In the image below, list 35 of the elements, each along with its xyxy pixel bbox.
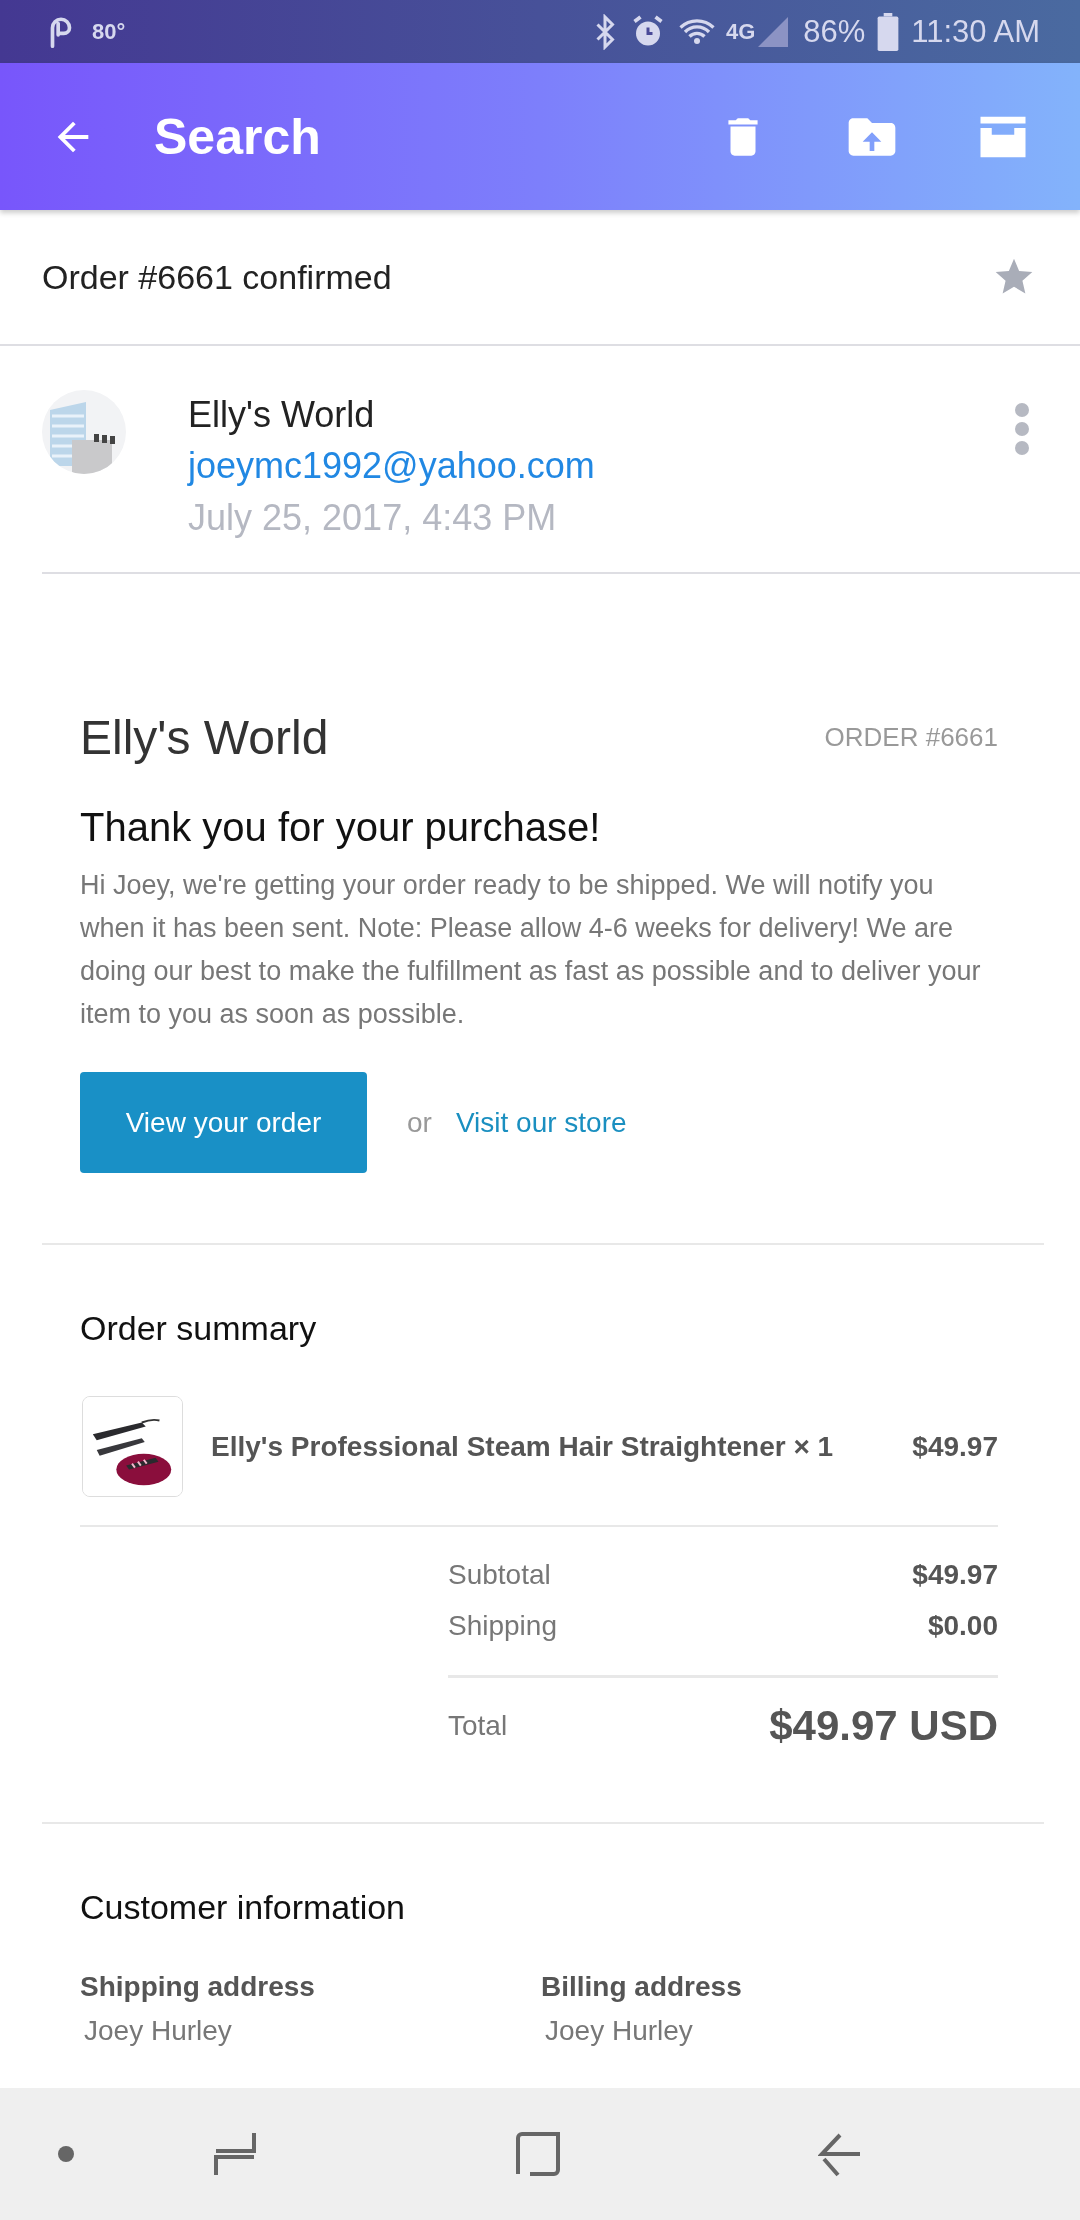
separator-text: or xyxy=(407,1106,432,1139)
address-line: Joey Hurley xyxy=(84,2015,233,2047)
product-price: $49.97 xyxy=(912,1430,998,1463)
back-nav-button[interactable] xyxy=(818,2131,862,2177)
sender-email[interactable]: joeymc1992@yahoo.com xyxy=(188,440,1014,492)
total-label: Total xyxy=(448,1710,508,1742)
product-name: Elly's Professional Steam Hair Straightener × 1 xyxy=(211,1430,835,1463)
temperature: 80° xyxy=(92,18,126,45)
total-label: Subtotal xyxy=(448,1558,551,1591)
total-value: $0.00 xyxy=(927,1609,998,1642)
sender-name: Elly's World xyxy=(188,393,376,437)
view-order-button[interactable]: View your order xyxy=(80,1072,367,1173)
app-bar-title: Search xyxy=(154,107,322,166)
total-value: $49.97 xyxy=(912,1558,998,1591)
home-button[interactable] xyxy=(516,2132,560,2176)
order-number: ORDER #6661 xyxy=(824,722,998,753)
store-link[interactable]: Visit our store xyxy=(455,1106,627,1139)
store-name: Elly's World xyxy=(80,710,329,765)
battery-level: 86% xyxy=(803,13,866,50)
section-title: Order summary xyxy=(80,1309,318,1348)
email-date: July 25, 2017, 4:43 PM xyxy=(188,496,558,540)
address-line: Joey Hurley xyxy=(545,2015,694,2047)
grand-total: $49.97 USD xyxy=(769,1702,998,1750)
address-heading: Billing address xyxy=(541,1971,743,2003)
message-text: Hi Joey, we're getting your order ready to be shipped. We will notify you when it has been sent. Note: Please allow 4-6 weeks for delivery! We are doing our best to make the fulfillment as fast as possible and to deliver your item to you as soon as possible. xyxy=(80,869,982,1031)
battery-icon xyxy=(877,12,900,51)
dot-icon[interactable] xyxy=(58,2146,74,2162)
total-label: Shipping xyxy=(448,1609,557,1642)
recent-apps-button[interactable] xyxy=(214,2131,256,2177)
clock: 11:30 AM xyxy=(911,13,1040,50)
email-heading: Thank you for your purchase! xyxy=(80,805,602,850)
section-title: Customer information xyxy=(80,1888,406,1927)
network-type: 4G xyxy=(725,18,756,45)
email-subject: Order #6661 confirmed xyxy=(42,257,392,297)
address-heading: Shipping address xyxy=(80,1971,316,2003)
